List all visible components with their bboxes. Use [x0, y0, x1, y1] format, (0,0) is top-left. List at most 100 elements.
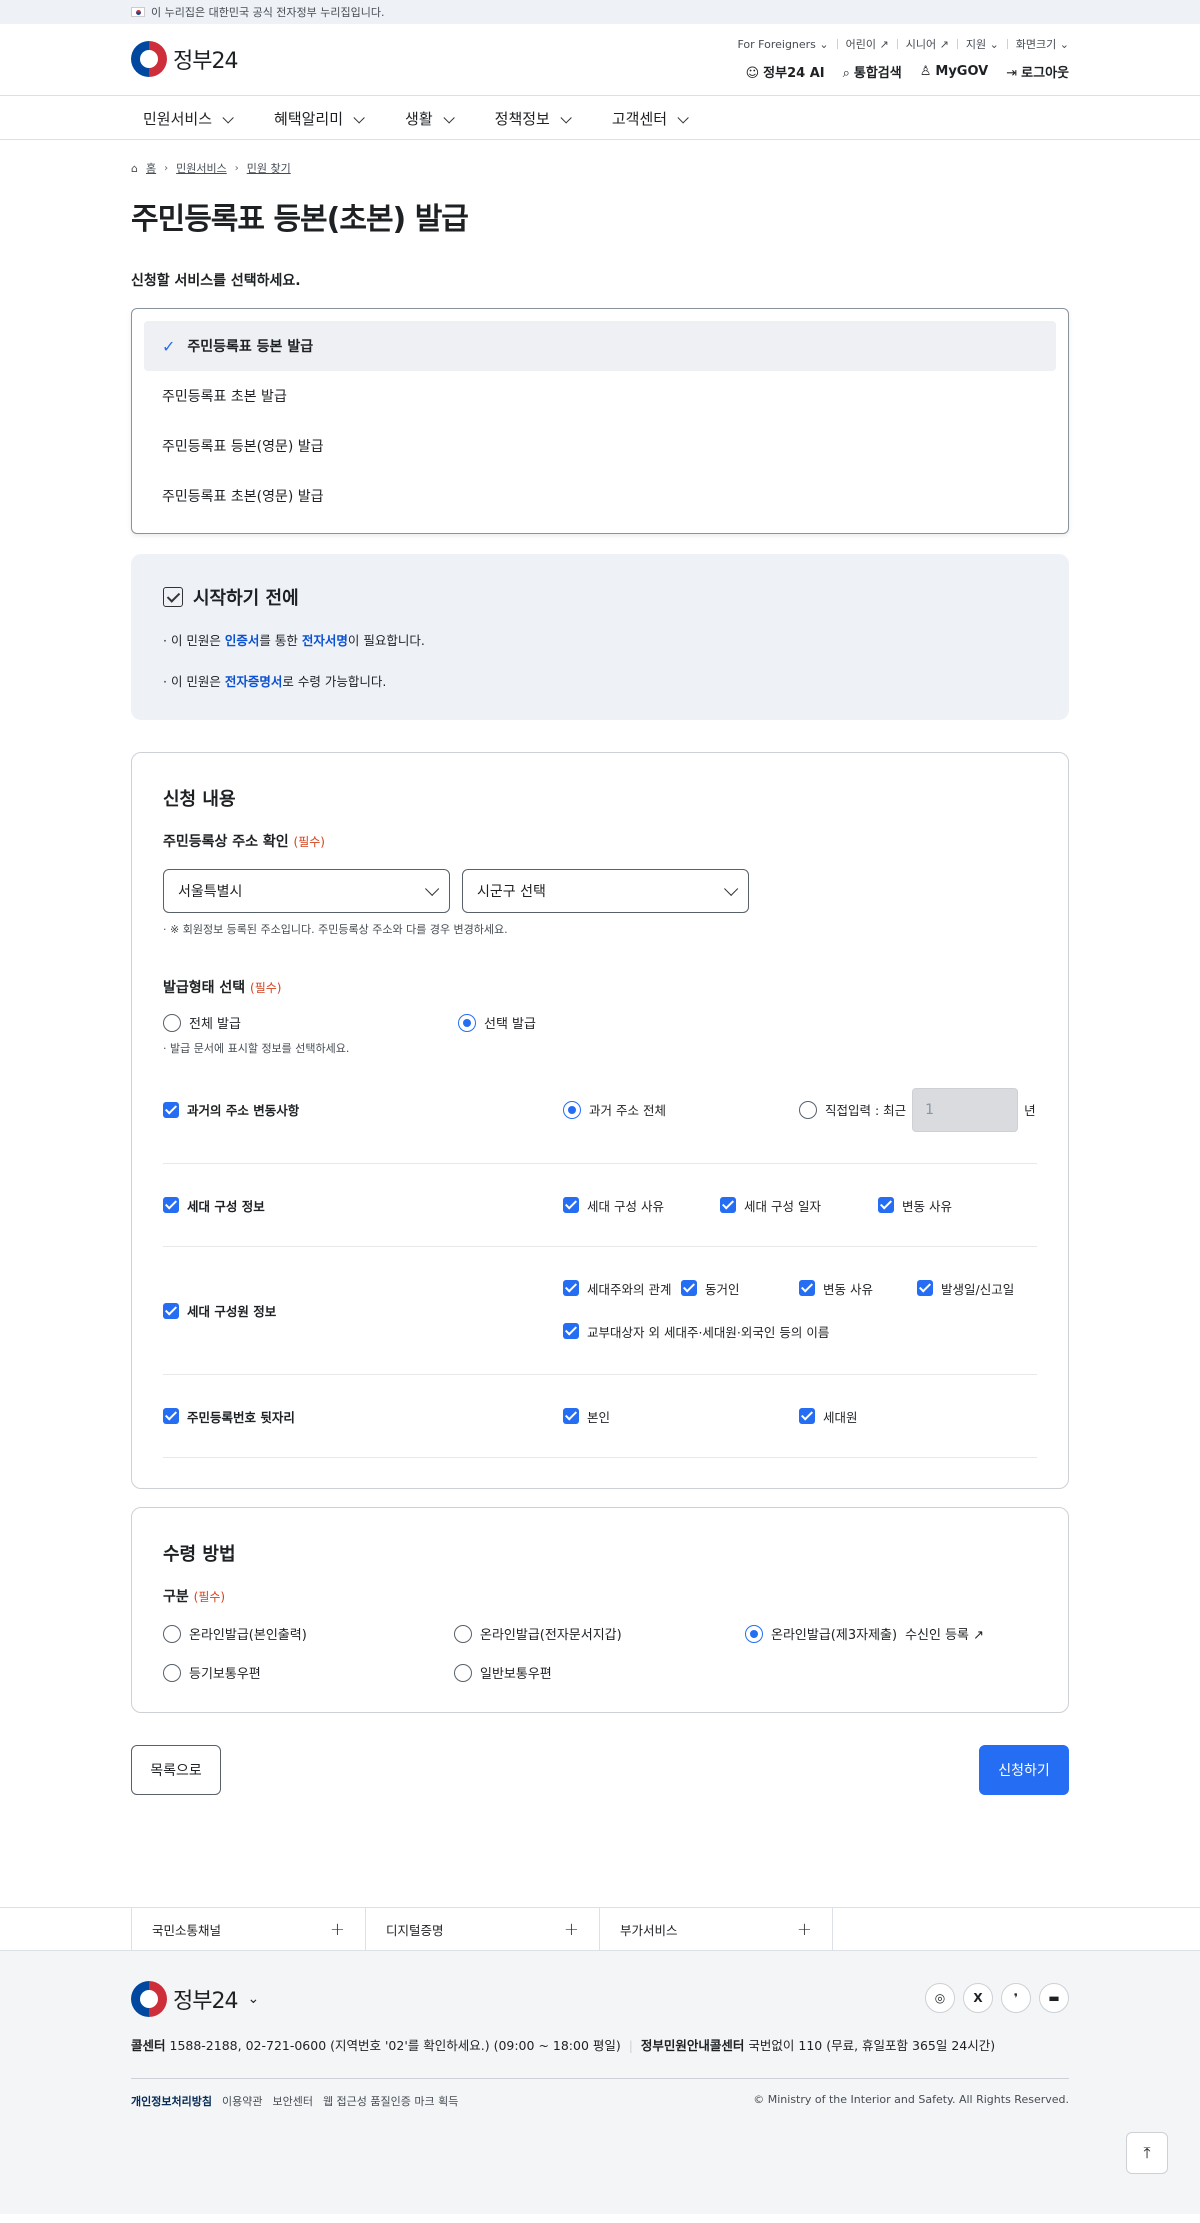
footer-link-bar: 국민소통채널 + 디지털증명 + 부가서비스 + — [0, 1907, 1200, 1951]
back-to-list-button[interactable]: 목록으로 — [131, 1745, 221, 1795]
service-option-1[interactable]: ✓ 주민등록표 등본 발급 — [144, 321, 1056, 371]
util-foreigners[interactable]: For Foreigners ⌄ — [737, 38, 828, 51]
before-item-2: 이 민원은 전자증명서로 수령 가능합니다. — [163, 671, 1037, 690]
site-header: 정부24 For Foreigners ⌄ 어린이 ↗ 시니어 ↗ 지원 ⌄ 화… — [0, 24, 1200, 96]
receive-registered-mail-radio[interactable]: 등기보통우편 — [163, 1663, 454, 1682]
chevron-down-icon — [724, 881, 739, 896]
id-self-checkbox[interactable]: 본인 — [563, 1407, 799, 1426]
breadcrumb-home[interactable]: 홈 — [146, 160, 156, 176]
service-option-2[interactable]: 주민등록표 초본 발급 — [144, 371, 1056, 421]
nav-life[interactable]: 생활 — [405, 108, 455, 129]
breadcrumb-civil[interactable]: 민원서비스 — [176, 160, 227, 176]
chevron-down-icon — [560, 111, 572, 124]
id-number-checkbox[interactable]: 주민등록번호 뒷자리 — [163, 1407, 563, 1426]
household-date-checkbox[interactable]: 세대 구성 일자 — [720, 1196, 878, 1215]
chevron-down-icon — [677, 111, 689, 124]
past-all-radio[interactable]: 과거 주소 전체 — [563, 1100, 799, 1119]
service-select-list: ✓ 주민등록표 등본 발급 주민등록표 초본 발급 주민등록표 등본(영문) 발급… — [131, 308, 1069, 534]
gov-banner: 이 누리집은 대한민국 공식 전자정부 누리집입니다. — [0, 0, 1200, 24]
past-years-input[interactable]: 1 — [912, 1087, 1019, 1132]
nav-customer[interactable]: 고객센터 — [612, 108, 689, 129]
util-senior[interactable]: 시니어 ↗ — [906, 36, 949, 52]
talk-icon[interactable]: ▬ — [1039, 1983, 1069, 2013]
district-select[interactable]: 시군구 선택 — [462, 869, 749, 913]
privacy-policy-link[interactable]: 개인정보처리방침 — [131, 2093, 212, 2109]
household-checkbox[interactable]: 세대 구성 정보 — [163, 1196, 563, 1215]
util-screen-size[interactable]: 화면크기 ⌄ — [1016, 36, 1069, 52]
mygov-link[interactable]: ♙ MyGOV — [920, 64, 989, 79]
member-date-checkbox[interactable]: 발생일/신고일 — [917, 1279, 1014, 1298]
external-link-icon: ↗ — [973, 1628, 985, 1643]
chevron-down-icon — [353, 111, 365, 124]
ai-link[interactable]: ☺ 정부24 AI — [746, 62, 825, 81]
footer-link-extra[interactable]: 부가서비스 + — [599, 1908, 833, 1951]
household-change-checkbox[interactable]: 변동 사유 — [878, 1196, 952, 1215]
issue-type-note: · 발급 문서에 표시할 정보를 선택하세요. — [163, 1042, 350, 1055]
city-select[interactable]: 서울특별시 — [163, 869, 450, 913]
issue-select-radio[interactable]: 선택 발급 — [458, 1013, 536, 1032]
plus-icon: + — [329, 1919, 345, 1940]
members-row: 세대 구성원 정보 세대주와의 관계 동거인 변동 사유 발생일/신고일 교부대… — [163, 1247, 1037, 1375]
receive-online-third-radio[interactable]: 온라인발급(제3자제출) — [745, 1624, 897, 1643]
before-item-1: 이 민원은 인증서를 통한 전자서명이 필요합니다. — [163, 630, 1037, 649]
search-link[interactable]: ⌕ 통합검색 — [843, 62, 902, 81]
receive-method-card: 수령 방법 구분 (필수) 온라인발급(본인출력) 온라인발급(전자문서지갑) … — [131, 1507, 1069, 1713]
chevron-right-icon: › — [234, 162, 239, 174]
chevron-down-icon — [222, 111, 234, 124]
footer-link-communication[interactable]: 국민소통채널 + — [131, 1908, 365, 1951]
instagram-icon[interactable]: ◎ — [925, 1983, 955, 2013]
site-logo[interactable]: 정부24 — [131, 41, 238, 77]
robot-icon: ☺ — [745, 66, 760, 81]
user-icon: ♙ — [919, 64, 932, 79]
recipient-register-link[interactable]: 수신인 등록 ↗ — [905, 1624, 984, 1643]
logout-icon: ⇥ — [1006, 66, 1018, 81]
footer-link-digital-cert[interactable]: 디지털증명 + — [365, 1908, 599, 1951]
service-option-4[interactable]: 주민등록표 초본(영문) 발급 — [144, 471, 1056, 521]
issue-all-radio[interactable]: 전체 발급 — [163, 1013, 458, 1032]
home-icon: ⌂ — [131, 161, 138, 175]
receive-online-wallet-radio[interactable]: 온라인발급(전자문서지갑) — [454, 1624, 745, 1643]
page-title: 주민등록표 등본(초본) 발급 — [131, 202, 469, 237]
arrow-up-icon: ⤒ — [1143, 2143, 1151, 2162]
member-relation-checkbox[interactable]: 세대주와의 관계 — [563, 1279, 681, 1298]
breadcrumb: ⌂ 홈 › 민원서비스 › 민원 찾기 — [131, 160, 1069, 176]
util-kids[interactable]: 어린이 ↗ — [846, 36, 889, 52]
member-change-checkbox[interactable]: 변동 사유 — [799, 1279, 917, 1298]
before-title: 시작하기 전에 — [193, 588, 299, 609]
member-names-checkbox[interactable]: 교부대상자 외 세대주·세대원·외국인 등의 이름 — [563, 1322, 829, 1341]
chevron-down-icon — [443, 111, 455, 124]
logout-link[interactable]: ⇥ 로그아웃 — [1006, 62, 1069, 81]
past-direct-radio[interactable]: 직접입력 : 최근 — [799, 1100, 906, 1119]
gov-emblem-icon — [131, 1981, 167, 2017]
main-navigation: 민원서비스 혜택알리미 생활 정책정보 고객센터 — [0, 96, 1200, 140]
member-cohabitant-checkbox[interactable]: 동거인 — [681, 1279, 799, 1298]
gov-banner-text: 이 누리집은 대한민국 공식 전자정부 누리집입니다. — [151, 6, 385, 19]
nav-benefit[interactable]: 혜택알리미 — [274, 108, 365, 129]
accessibility-link[interactable]: 웹 접근성 품질인증 마크 획득 — [323, 2093, 458, 2109]
nav-policy[interactable]: 정책정보 — [495, 108, 572, 129]
service-option-3[interactable]: 주민등록표 등본(영문) 발급 — [144, 421, 1056, 471]
plus-icon: + — [796, 1919, 812, 1940]
social-links: ◎ X ❜ ▬ — [925, 1983, 1069, 2013]
past-address-checkbox[interactable]: 과거의 주소 변동사항 — [163, 1100, 563, 1119]
years-unit: 년 — [1024, 1103, 1036, 1118]
security-center-link[interactable]: 보안센터 — [272, 2093, 312, 2109]
scroll-to-top-button[interactable]: ⤒ — [1126, 2132, 1168, 2174]
blog-icon[interactable]: ❜ — [1001, 1983, 1031, 2013]
members-checkbox[interactable]: 세대 구성원 정보 — [163, 1301, 563, 1320]
household-row: 세대 구성 정보 세대 구성 사유 세대 구성 일자 변동 사유 — [163, 1164, 1037, 1247]
receive-online-self-radio[interactable]: 온라인발급(본인출력) — [163, 1624, 454, 1643]
nav-civil[interactable]: 민원서비스 — [143, 108, 234, 129]
receive-normal-mail-radio[interactable]: 일반보통우편 — [454, 1663, 552, 1682]
terms-link[interactable]: 이용약관 — [222, 2093, 262, 2109]
chevron-right-icon: › — [164, 162, 169, 174]
breadcrumb-find[interactable]: 민원 찾기 — [247, 160, 291, 176]
gov-emblem-icon — [131, 41, 167, 77]
x-icon[interactable]: X — [963, 1983, 993, 2013]
id-member-checkbox[interactable]: 세대원 — [799, 1407, 858, 1426]
household-reason-checkbox[interactable]: 세대 구성 사유 — [563, 1196, 720, 1215]
id-number-row: 주민등록번호 뒷자리 본인 세대원 — [163, 1375, 1037, 1458]
apply-button[interactable]: 신청하기 — [979, 1745, 1069, 1795]
util-support[interactable]: 지원 ⌄ — [966, 36, 999, 52]
address-label: 주민등록상 주소 확인 (필수) — [163, 834, 325, 850]
